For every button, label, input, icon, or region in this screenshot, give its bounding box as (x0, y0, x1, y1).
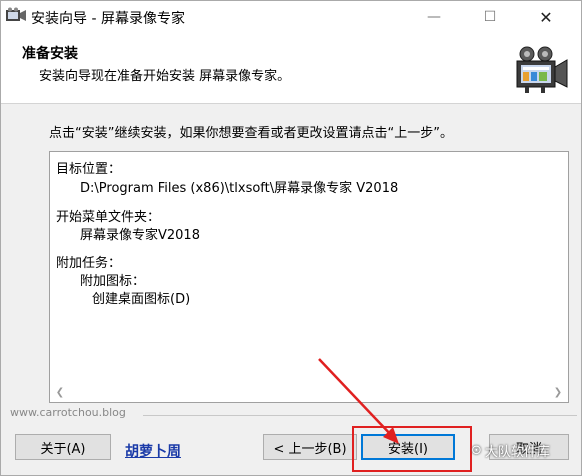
instruction-text: 点击“安装”继续安装，如果你想要查看或者更改设置请点击“上一步”。 (49, 126, 453, 141)
scroll-left-icon[interactable]: ❮ (53, 385, 67, 399)
dest-label: 目标位置： (56, 162, 122, 177)
page-subtitle: 安装向导现在准备开始安装 屏幕录像专家。 (39, 69, 291, 84)
wechat-icon: ⊙ (471, 443, 482, 458)
watermark-url: www.carrotchou.blog (10, 406, 126, 419)
minimize-icon: — (427, 9, 441, 25)
ready-memo[interactable]: 目标位置： D:\Program Files (x86)\tlxsoft\屏幕录… (49, 151, 569, 403)
close-button[interactable]: ✕ (523, 1, 569, 33)
divider (143, 415, 577, 416)
cancel-button[interactable]: 取消 (489, 434, 569, 460)
installer-window: 安装向导 - 屏幕录像专家 — ☐ ✕ 准备安装 安装向导现在准备开始安装 屏幕… (0, 0, 582, 476)
menu-value: 屏幕录像专家V2018 (80, 228, 200, 243)
scroll-right-icon[interactable]: ❯ (551, 385, 565, 399)
about-button[interactable]: 关于(A) (15, 434, 111, 460)
menu-label: 开始菜单文件夹： (56, 210, 161, 225)
author-link[interactable]: 胡萝卜周 (125, 441, 181, 461)
title-bar[interactable]: 安装向导 - 屏幕录像专家 — ☐ ✕ (1, 1, 581, 33)
maximize-button[interactable]: ☐ (467, 1, 513, 33)
dest-value: D:\Program Files (x86)\tlxsoft\屏幕录像专家 V2… (80, 181, 399, 196)
minimize-button[interactable]: — (411, 1, 457, 33)
tasks-label: 附加任务： (56, 256, 122, 271)
tasks-item: 创建桌面图标(D) (92, 292, 191, 307)
page-title: 准备安装 (22, 46, 78, 62)
tasks-sub-label: 附加图标： (80, 274, 146, 289)
camera-icon (516, 46, 568, 93)
back-button[interactable]: < 上一步(B) (263, 434, 357, 460)
window-title: 安装向导 - 屏幕录像专家 (31, 11, 185, 27)
wizard-header: 准备安装 安装向导现在准备开始安装 屏幕录像专家。 (1, 33, 581, 104)
app-icon (6, 7, 26, 21)
install-button[interactable]: 安装(I) (361, 434, 455, 460)
close-icon: ✕ (539, 7, 553, 27)
maximize-icon: ☐ (483, 9, 497, 25)
